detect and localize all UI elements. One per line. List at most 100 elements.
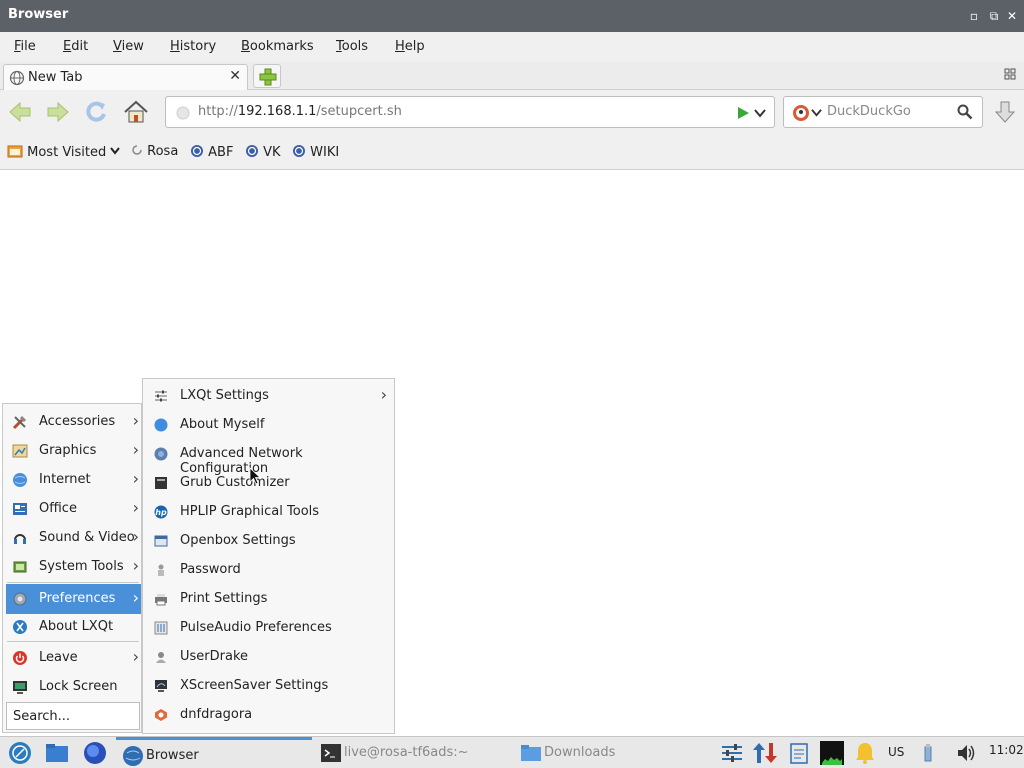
settings-sliders-icon <box>155 390 167 402</box>
cpu-monitor-icon[interactable] <box>820 741 844 765</box>
reload-icon[interactable] <box>82 98 110 126</box>
task-terminal[interactable]: live@rosa-tf6ads:~ <box>314 737 512 768</box>
menu-file[interactable]: File <box>14 39 36 54</box>
sound-video-icon <box>14 534 26 544</box>
search-icon[interactable] <box>957 104 973 120</box>
menu-item-about-lxqt[interactable]: About LXQt <box>6 613 141 641</box>
office-icon <box>13 503 27 515</box>
window-titlebar[interactable]: Browser ▫ ⧉ ✕ <box>0 0 1024 32</box>
bookmark-rosa[interactable]: Rosa <box>131 144 178 159</box>
clipboard-icon[interactable] <box>788 741 810 765</box>
close-icon[interactable]: ✕ <box>1004 8 1020 24</box>
lxqt-menu-icon[interactable] <box>8 741 32 765</box>
internet-icon <box>13 473 27 487</box>
site-identity-icon[interactable] <box>176 106 190 120</box>
submenu-item-lxqt-settings[interactable]: LXQt Settings › <box>146 382 393 410</box>
chevron-right-icon: › <box>132 440 139 459</box>
back-arrow-icon[interactable] <box>6 98 34 126</box>
user-info-icon <box>154 418 168 432</box>
menu-item-sound-video[interactable]: Sound & Video › <box>6 524 141 552</box>
folder-icon <box>521 745 541 761</box>
accessories-icon <box>12 415 27 430</box>
submenu-item-about-myself[interactable]: About Myself <box>146 411 393 439</box>
clock[interactable]: 11:02 <box>989 743 1024 757</box>
rosa-logo-icon <box>191 145 203 157</box>
tab-new-tab[interactable]: New Tab ✕ <box>3 64 248 90</box>
menu-item-internet[interactable]: Internet › <box>6 466 141 494</box>
usb-drive-icon[interactable] <box>922 741 934 765</box>
notification-bell-icon[interactable] <box>854 741 876 765</box>
menu-tools[interactable]: Tools <box>336 39 368 54</box>
lock-screen-icon <box>13 681 27 694</box>
folder-icon <box>7 145 23 158</box>
task-downloads[interactable]: Downloads <box>514 737 712 768</box>
chevron-right-icon: › <box>132 647 139 666</box>
tab-list-icon[interactable] <box>1004 68 1016 80</box>
bookmark-most-visited[interactable]: Most Visited <box>7 144 121 160</box>
forward-arrow-icon[interactable] <box>44 98 72 126</box>
keyboard-layout-indicator[interactable]: US <box>888 745 904 759</box>
browser-globe-icon <box>123 746 143 766</box>
submenu-item-xscreensaver[interactable]: XScreenSaver Settings <box>146 672 393 700</box>
new-tab-button[interactable] <box>253 64 281 88</box>
submenu-item-hplip[interactable]: hp HPLIP Graphical Tools <box>146 498 393 526</box>
audio-mixer-icon <box>154 621 168 635</box>
menu-edit[interactable]: Edit <box>63 39 88 54</box>
url-bar[interactable]: http://192.168.1.1/setupcert.sh <box>165 96 775 128</box>
file-manager-icon[interactable] <box>45 741 69 765</box>
tab-bar: New Tab ✕ <box>0 62 1024 90</box>
menu-separator <box>7 582 139 583</box>
menu-item-leave[interactable]: Leave › <box>6 644 141 672</box>
tab-close-icon[interactable]: ✕ <box>229 68 241 84</box>
go-icon[interactable] <box>736 106 750 120</box>
system-tools-icon <box>13 561 27 573</box>
menu-bookmarks[interactable]: Bookmarks <box>241 39 314 54</box>
menu-item-graphics[interactable]: Graphics › <box>6 437 141 465</box>
submenu-item-dnfdragora[interactable]: dnfdragora <box>146 701 393 729</box>
bookmark-vk[interactable]: VK <box>245 144 281 160</box>
start-menu: Accessories › Graphics › Internet › Office ›… <box>2 403 142 733</box>
menu-item-accessories[interactable]: Accessories › <box>6 408 141 436</box>
menu-separator <box>7 641 139 642</box>
network-transfer-icon[interactable] <box>752 741 780 765</box>
duckduckgo-icon[interactable] <box>792 104 810 122</box>
bookmark-wiki[interactable]: WIKI <box>292 144 339 160</box>
mixer-sliders-icon[interactable] <box>720 741 744 765</box>
svg-text:hp: hp <box>155 508 167 517</box>
menu-item-lock-screen[interactable]: Lock Screen <box>6 673 141 701</box>
password-icon <box>158 564 164 576</box>
home-icon[interactable] <box>122 98 150 126</box>
spinner-icon <box>132 145 142 155</box>
bookmarks-toolbar: Most Visited Rosa ABF VK WIKI <box>0 134 1024 170</box>
submenu-item-userdrake[interactable]: UserDrake <box>146 643 393 671</box>
search-bar[interactable]: DuckDuckGo <box>783 96 983 128</box>
menu-search-input[interactable]: Search... <box>6 702 140 730</box>
bookmark-abf[interactable]: ABF <box>190 144 233 160</box>
menu-view[interactable]: View <box>113 39 144 54</box>
chevron-down-icon[interactable] <box>754 107 766 119</box>
preferences-submenu: LXQt Settings › About Myself Advanced Net… <box>142 378 395 734</box>
submenu-item-openbox[interactable]: Openbox Settings <box>146 527 393 555</box>
menu-item-office[interactable]: Office › <box>6 495 141 523</box>
hp-logo-icon: hp <box>154 505 168 519</box>
maximize-icon[interactable]: ⧉ <box>986 8 1002 24</box>
minimize-icon[interactable]: ▫ <box>966 8 982 24</box>
chevron-down-icon[interactable] <box>811 107 822 118</box>
globe-icon <box>9 70 25 86</box>
submenu-item-advanced-network[interactable]: Advanced Network Configuration <box>146 440 393 476</box>
submenu-item-print-settings[interactable]: Print Settings <box>146 585 393 613</box>
chevron-right-icon: › <box>132 588 139 607</box>
firefox-icon[interactable] <box>83 741 107 765</box>
menu-help[interactable]: Help <box>395 39 425 54</box>
submenu-item-pulseaudio[interactable]: PulseAudio Preferences <box>146 614 393 642</box>
menu-item-preferences[interactable]: Preferences › <box>6 584 141 614</box>
printer-icon <box>155 594 167 606</box>
url-text: http://192.168.1.1/setupcert.sh <box>198 104 402 119</box>
download-arrow-icon[interactable] <box>993 100 1017 124</box>
submenu-item-password[interactable]: Password <box>146 556 393 584</box>
task-browser[interactable]: Browser <box>116 737 312 768</box>
volume-icon[interactable] <box>956 741 976 765</box>
menu-history[interactable]: History <box>170 39 216 54</box>
submenu-item-grub-customizer[interactable]: Grub Customizer <box>146 469 393 497</box>
menu-item-system-tools[interactable]: System Tools › <box>6 553 141 581</box>
